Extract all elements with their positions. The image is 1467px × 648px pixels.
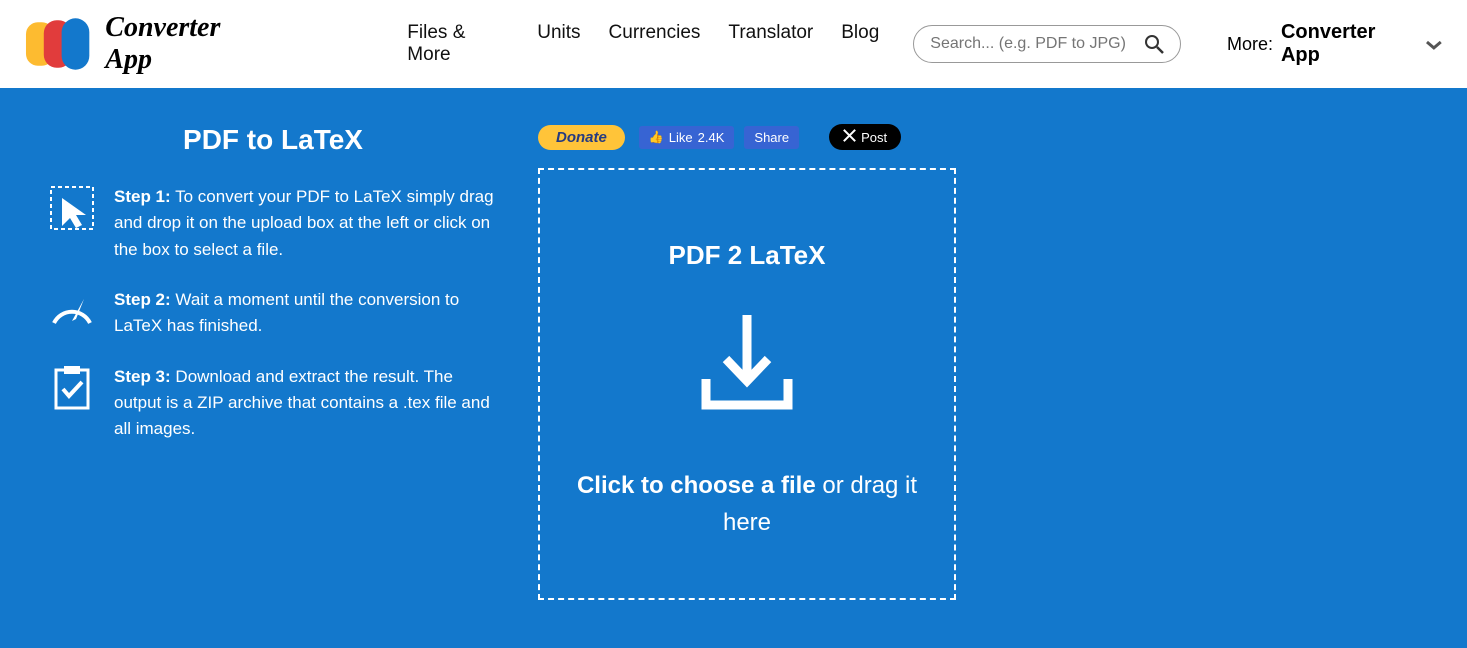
x-icon bbox=[843, 129, 856, 145]
fb-like-count: 2.4K bbox=[698, 130, 725, 145]
main-nav: Files & More Units Currencies Translator… bbox=[407, 22, 879, 66]
step-2: Step 2: Wait a moment until the conversi… bbox=[48, 287, 498, 340]
chevron-down-icon bbox=[1425, 38, 1443, 50]
header: Converter App Files & More Units Currenc… bbox=[0, 0, 1467, 88]
step-1-label: Step 1: bbox=[114, 187, 171, 206]
file-dropzone[interactable]: PDF 2 LaTeX Click to choose a file or dr… bbox=[538, 168, 956, 600]
thumb-up-icon: 👍 bbox=[649, 130, 664, 144]
search-box[interactable] bbox=[913, 25, 1181, 63]
step-2-label: Step 2: bbox=[114, 290, 171, 309]
fb-like-button[interactable]: 👍 Like 2.4K bbox=[639, 126, 735, 149]
fb-like-label: Like bbox=[669, 130, 693, 145]
step-1: Step 1: To convert your PDF to LaTeX sim… bbox=[48, 184, 498, 263]
dropzone-cta: Click to choose a file or drag it here bbox=[540, 467, 954, 541]
main-content: PDF to LaTeX Step 1: To convert your PDF… bbox=[0, 88, 1467, 648]
page-title: PDF to LaTeX bbox=[48, 124, 498, 156]
nav-blog[interactable]: Blog bbox=[841, 22, 879, 66]
nav-files[interactable]: Files & More bbox=[407, 22, 509, 66]
step-1-body: To convert your PDF to LaTeX simply drag… bbox=[114, 187, 494, 259]
fb-share-label: Share bbox=[754, 130, 789, 145]
donate-button[interactable]: Donate bbox=[538, 125, 625, 150]
gauge-icon bbox=[48, 287, 96, 335]
nav-translator[interactable]: Translator bbox=[728, 22, 813, 66]
social-row: Donate 👍 Like 2.4K Share Post bbox=[538, 124, 1419, 150]
step-2-text: Step 2: Wait a moment until the conversi… bbox=[114, 287, 498, 340]
nav-currencies[interactable]: Currencies bbox=[609, 22, 701, 66]
facebook-buttons: 👍 Like 2.4K Share bbox=[639, 126, 799, 149]
search-icon[interactable] bbox=[1144, 34, 1164, 54]
clipboard-check-icon bbox=[48, 364, 96, 412]
step-3-label: Step 3: bbox=[114, 367, 171, 386]
x-post-label: Post bbox=[861, 130, 887, 145]
dropzone-title: PDF 2 LaTeX bbox=[668, 240, 825, 271]
fb-share-button[interactable]: Share bbox=[744, 126, 799, 149]
nav-units[interactable]: Units bbox=[537, 22, 580, 66]
x-post-button[interactable]: Post bbox=[829, 124, 901, 150]
more-app-name: Converter App bbox=[1281, 21, 1417, 67]
logo-text: Converter App bbox=[105, 12, 271, 76]
download-icon bbox=[688, 307, 806, 417]
upload-panel: Donate 👍 Like 2.4K Share Post PDF 2 LaTe… bbox=[538, 124, 1419, 600]
step-1-text: Step 1: To convert your PDF to LaTeX sim… bbox=[114, 184, 498, 263]
cursor-select-icon bbox=[48, 184, 96, 232]
more-label: More: bbox=[1227, 34, 1273, 55]
more-menu[interactable]: More: Converter App bbox=[1227, 21, 1443, 67]
step-3: Step 3: Download and extract the result.… bbox=[48, 364, 498, 443]
step-3-text: Step 3: Download and extract the result.… bbox=[114, 364, 498, 443]
search-input[interactable] bbox=[930, 35, 1144, 53]
instructions-panel: PDF to LaTeX Step 1: To convert your PDF… bbox=[48, 124, 498, 600]
dropzone-cta-bold: Click to choose a file bbox=[577, 472, 816, 499]
logo-icon bbox=[24, 16, 95, 72]
step-3-body: Download and extract the result. The out… bbox=[114, 367, 490, 439]
logo[interactable]: Converter App bbox=[24, 12, 271, 76]
